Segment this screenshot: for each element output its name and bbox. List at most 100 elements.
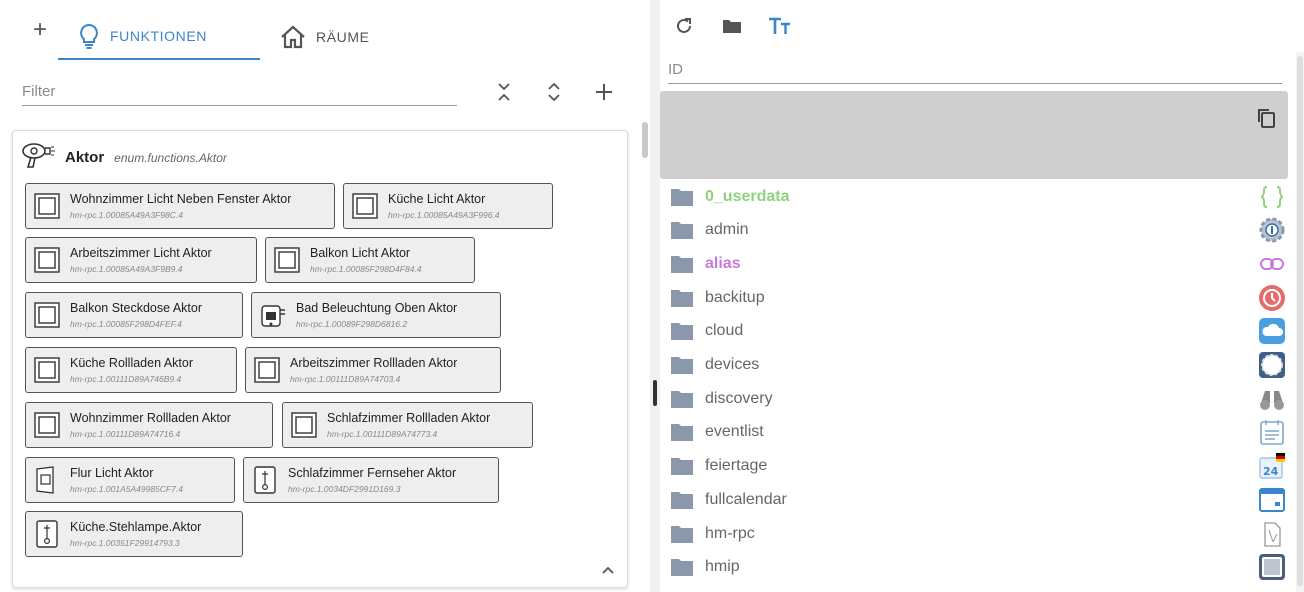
tree-row-backitup[interactable]: backitup xyxy=(660,281,1296,314)
tree-label: devices xyxy=(705,356,760,373)
folder-icon[interactable] xyxy=(670,490,694,510)
folder-icon[interactable] xyxy=(670,288,694,308)
link-icon xyxy=(1258,250,1286,278)
tree-row-cloud[interactable]: cloud xyxy=(660,315,1296,348)
object-browser-pane: 0_userdataadmin alias backitup cloud devices… xyxy=(660,0,1304,592)
folder-icon[interactable] xyxy=(670,254,694,274)
tree-row-eventlist[interactable]: eventlist xyxy=(660,416,1296,449)
member-name: Flur Licht Aktor xyxy=(70,466,154,480)
chip-text: Schlafzimmer Rollladen Aktor hm-rpc.1.001… xyxy=(327,410,490,440)
enum-member-chip[interactable]: Balkon Steckdose Aktor hm-rpc.1.00085F298… xyxy=(25,292,243,338)
app-root: + FUNKTIONEN RÄUME Filter Aktor enum.fun… xyxy=(0,0,1304,592)
folder-icon[interactable] xyxy=(670,220,694,240)
text-size-button[interactable] xyxy=(768,14,792,38)
tree-label: feiertage xyxy=(705,457,768,475)
eventlist-icon xyxy=(1258,418,1286,446)
switch-icon xyxy=(32,245,62,275)
enum-member-chip[interactable]: Bad Beleuchtung Oben Aktor hm-rpc.1.00089… xyxy=(251,292,501,338)
enum-card[interactable]: Aktor enum.functions.Aktor Wohnzimmer Li… xyxy=(12,130,628,588)
member-name: Arbeitszimmer Licht Aktor xyxy=(70,246,212,260)
expand-all-icon xyxy=(548,82,560,102)
folder-icon[interactable] xyxy=(670,389,694,409)
tree-label: backitup xyxy=(705,288,765,306)
enum-member-chip[interactable]: Arbeitszimmer Rollladen Aktor hm-rpc.1.00… xyxy=(245,347,501,393)
tree-row-discovery[interactable]: discovery xyxy=(660,382,1296,415)
tree-row-fullcalendar[interactable]: fullcalendar xyxy=(660,483,1296,516)
member-id: hm-rpc.1.0034DF2991D169.3 xyxy=(288,484,401,494)
enum-member-chip[interactable]: Arbeitszimmer Licht Aktor hm-rpc.1.00085A… xyxy=(25,237,257,283)
add-enum-button[interactable]: + xyxy=(28,18,52,42)
folder-icon[interactable] xyxy=(670,456,694,476)
enum-member-chip[interactable]: Flur Licht Aktor hm-rpc.1.001A5A49985CF7.… xyxy=(25,457,235,503)
tree-row-devices[interactable]: devices xyxy=(660,349,1296,382)
pane-splitter[interactable] xyxy=(650,0,660,592)
tree-row-0_userdata[interactable]: 0_userdata xyxy=(660,180,1296,213)
left-scrollbar[interactable] xyxy=(642,122,648,158)
tree-label: alias xyxy=(705,254,741,272)
refresh-button[interactable] xyxy=(672,14,696,38)
tree-label: hm-rpc xyxy=(705,524,755,542)
filter-input[interactable] xyxy=(22,78,457,106)
tree-label: eventlist xyxy=(705,423,764,441)
folder-icon[interactable] xyxy=(670,187,694,207)
tab-rooms-label: RÄUME xyxy=(316,29,370,45)
chip-text: Balkon Licht Aktor hm-rpc.1.00085F298D4F8… xyxy=(310,245,422,275)
door-switch-icon xyxy=(32,465,62,495)
chip-text: Balkon Steckdose Aktor hm-rpc.1.00085F298… xyxy=(70,300,202,330)
enum-member-chip[interactable]: Schlafzimmer Rollladen Aktor hm-rpc.1.001… xyxy=(282,402,533,448)
member-id: hm-rpc.1.001A5A49985CF7.4 xyxy=(70,484,183,494)
expand-all-button[interactable] xyxy=(542,80,566,104)
folder-view-button[interactable] xyxy=(720,14,744,38)
cloud-icon xyxy=(1258,317,1286,345)
chip-text: Schlafzimmer Fernseher Aktor hm-rpc.1.003… xyxy=(288,465,456,495)
tab-rooms[interactable]: RÄUME xyxy=(280,14,370,60)
svg-text:24: 24 xyxy=(1263,465,1279,478)
enum-member-chip[interactable]: Schlafzimmer Fernseher Aktor hm-rpc.1.003… xyxy=(243,457,499,503)
member-name: Bad Beleuchtung Oben Aktor xyxy=(296,301,458,315)
chip-text: Flur Licht Aktor hm-rpc.1.001A5A49985CF7.… xyxy=(70,465,183,495)
member-id: hm-rpc.1.00089F298D6816.2 xyxy=(296,319,408,329)
right-scrollbar-thumb[interactable] xyxy=(1297,56,1303,586)
member-name: Wohnzimmer Rollladen Aktor xyxy=(70,411,231,425)
enum-member-chip[interactable]: Wohnzimmer Rollladen Aktor hm-rpc.1.00111… xyxy=(25,402,273,448)
admin-gear-icon xyxy=(1258,216,1286,244)
tree-row-alias[interactable]: alias xyxy=(660,247,1296,280)
enum-member-chip[interactable]: Wohnzimmer Licht Neben Fenster Aktor hm-r… xyxy=(25,183,335,229)
folder-icon[interactable] xyxy=(670,321,694,341)
tree-label: 0_userdata xyxy=(705,187,790,205)
enum-member-chip[interactable]: Küche Licht Aktor hm-rpc.1.00085A49A3F996… xyxy=(343,183,553,229)
enum-member-chip[interactable]: Küche.Stehlampe.Aktor hm-rpc.1.00351F2991… xyxy=(25,511,243,557)
folder-icon[interactable] xyxy=(670,422,694,442)
tree-row-admin[interactable]: admin xyxy=(660,214,1296,247)
id-filter-input[interactable] xyxy=(668,56,1282,84)
text-size-icon xyxy=(769,17,790,34)
tab-functions[interactable]: FUNKTIONEN xyxy=(58,14,260,60)
member-id: hm-rpc.1.00351F29914793.3 xyxy=(70,538,180,548)
hair-dryer-icon xyxy=(21,141,57,174)
copy-button[interactable] xyxy=(1256,107,1278,129)
folder-icon[interactable] xyxy=(670,355,694,375)
plus-icon xyxy=(596,84,612,100)
collapse-card-button[interactable] xyxy=(599,561,617,579)
folder-icon[interactable] xyxy=(670,524,694,544)
add-button[interactable] xyxy=(592,80,616,104)
switch-icon xyxy=(272,245,302,275)
chip-text: Küche.Stehlampe.Aktor hm-rpc.1.00351F2991… xyxy=(70,519,201,549)
enum-title: Aktor xyxy=(65,149,105,166)
tree-row-feiertage[interactable]: feiertage 24 xyxy=(660,450,1296,483)
enum-member-chip[interactable]: Balkon Licht Aktor hm-rpc.1.00085F298D4F8… xyxy=(265,237,475,283)
splitter-handle[interactable] xyxy=(653,380,657,406)
tree-row-hmip[interactable]: hmip xyxy=(660,551,1296,584)
collapse-all-button[interactable] xyxy=(492,80,516,104)
chip-text: Arbeitszimmer Rollladen Aktor hm-rpc.1.00… xyxy=(290,355,457,385)
refresh-icon xyxy=(677,18,691,33)
member-id: hm-rpc.1.00111D89A74703.4 xyxy=(290,374,401,384)
tree-label: discovery xyxy=(705,389,773,407)
right-scrollbar[interactable] xyxy=(1296,52,1304,592)
tree-row-hm-rpc[interactable]: hm-rpc xyxy=(660,517,1296,550)
tree-label: hmip xyxy=(705,558,740,576)
folder-icon[interactable] xyxy=(670,557,694,577)
chip-text: Küche Licht Aktor hm-rpc.1.00085A49A3F996… xyxy=(388,191,500,221)
flush-actuator-icon xyxy=(258,300,288,330)
enum-member-chip[interactable]: Küche Rollladen Aktor hm-rpc.1.00111D89A7… xyxy=(25,347,237,393)
